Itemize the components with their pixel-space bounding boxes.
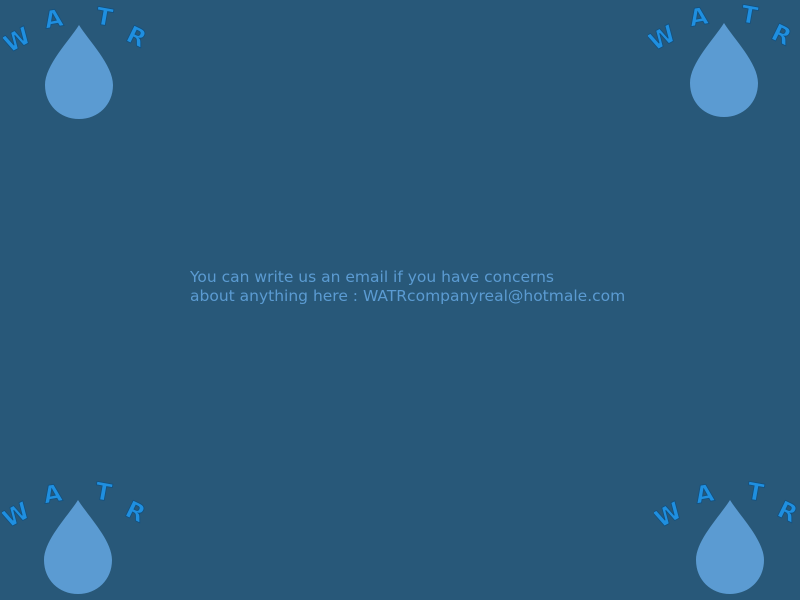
logo-letter: R [767,18,796,51]
watr-logo-top-right: WATR [648,1,798,126]
watr-logo-graphic: WA TR [648,1,796,117]
contact-message-line-2: about anything here : WATRcompanyreal@ho… [190,287,626,305]
watr-logo-graphic: WA TR [3,3,151,119]
logo-letter: T [739,1,761,30]
logo-letter: W [3,21,36,58]
logo-letter: W [648,19,681,56]
logo-letter: R [121,495,150,528]
watr-logo-graphic: WA TR [654,478,800,594]
watr-logo-bottom-left: WATR [2,478,152,600]
contact-message-line-1: You can write us an email if you have co… [190,268,555,286]
water-drop-icon [45,25,113,119]
logo-letter: W [654,496,687,533]
watr-logo-bottom-right: WATR [654,478,800,600]
contact-message: You can write us an email if you have co… [190,268,710,306]
water-drop-icon [696,500,764,594]
logo-letter: R [773,495,800,528]
logo-letter: T [745,478,767,507]
logo-letter: A [687,2,711,33]
water-drop-icon [690,23,758,117]
logo-letter: A [693,479,717,510]
logo-letter: T [93,478,115,507]
logo-letter: W [2,496,35,533]
logo-letter: R [122,20,151,53]
logo-letter: A [42,4,66,35]
watr-logo-top-left: WATR [3,3,153,128]
watr-logo-graphic: WA TR [2,478,150,594]
logo-letter: A [41,479,65,510]
logo-letter: T [94,3,116,32]
water-drop-icon [44,500,112,594]
page: WATR WATR WATR WATR You can write us an … [0,0,800,600]
